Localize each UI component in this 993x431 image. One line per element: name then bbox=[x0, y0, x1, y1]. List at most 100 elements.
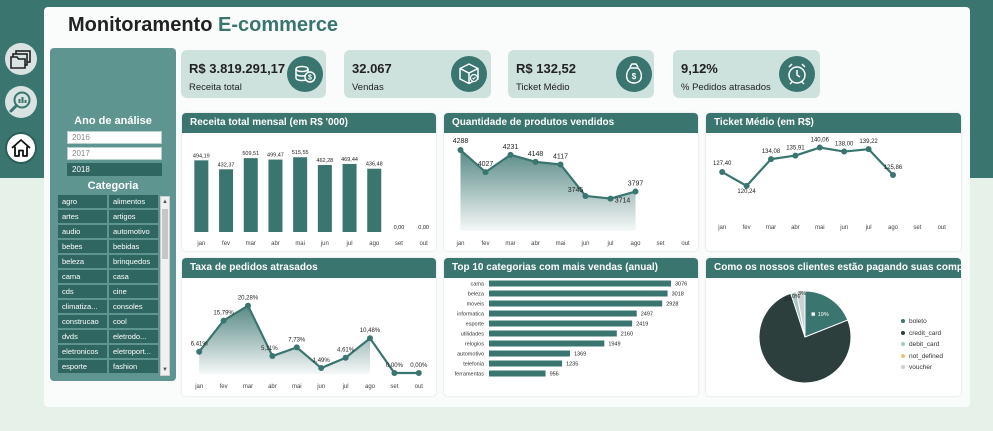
category-option[interactable]: agro bbox=[58, 195, 107, 208]
legend-item: credit_card bbox=[901, 330, 941, 337]
coins-icon: $ bbox=[287, 56, 323, 92]
data-label: 4027 bbox=[478, 161, 494, 168]
category-option[interactable]: fashion bbox=[109, 360, 158, 373]
legend-label: boleto bbox=[909, 318, 927, 325]
top10-bar bbox=[489, 320, 633, 327]
revenue-bar bbox=[367, 168, 382, 232]
top10-bar bbox=[489, 280, 671, 287]
revenue-chart-card: Receita total mensal (em R$ '000) 494,19… bbox=[182, 113, 436, 251]
kpi-label: Ticket Médio bbox=[516, 82, 570, 93]
category-option[interactable]: bebidas bbox=[109, 240, 158, 253]
data-point bbox=[367, 335, 373, 342]
data-label: 3714 bbox=[615, 198, 631, 205]
analysis-nav-button[interactable] bbox=[5, 86, 37, 118]
folders-nav-button[interactable] bbox=[5, 43, 37, 75]
top10-value-label: 956 bbox=[550, 372, 559, 378]
category-option[interactable]: dvds bbox=[58, 330, 107, 343]
revenue-bar bbox=[317, 164, 332, 232]
x-tick: fev bbox=[743, 225, 751, 231]
category-option[interactable]: artes bbox=[58, 210, 107, 223]
year-option-2018[interactable]: 2018 bbox=[67, 163, 162, 176]
category-option[interactable]: climatiza... bbox=[58, 300, 107, 313]
top10-category-label: esporte bbox=[466, 322, 484, 328]
data-label: 7,73% bbox=[288, 337, 306, 343]
category-option[interactable]: casa bbox=[109, 270, 158, 283]
data-label: 10,48% bbox=[360, 328, 381, 334]
category-option[interactable]: cds bbox=[58, 285, 107, 298]
top10-category-label: informatica bbox=[457, 312, 485, 318]
category-option[interactable]: alimentos bbox=[109, 195, 158, 208]
category-option[interactable]: consoles bbox=[109, 300, 158, 313]
category-scrollbar[interactable]: ▲ ▼ bbox=[160, 196, 170, 376]
x-tick: fev bbox=[481, 241, 489, 247]
top10-category-label: ferramentas bbox=[455, 372, 485, 378]
data-point bbox=[816, 144, 823, 151]
money-bag-icon: $ bbox=[616, 56, 652, 92]
category-option[interactable]: cama bbox=[58, 270, 107, 283]
data-label: 0,00% bbox=[410, 363, 428, 369]
category-option[interactable]: eletronicos bbox=[58, 345, 107, 358]
x-tick: abr bbox=[268, 384, 277, 390]
x-tick: jan bbox=[194, 384, 203, 390]
svg-text:$: $ bbox=[308, 75, 312, 82]
kpi-value: 9,12% bbox=[681, 61, 718, 76]
top10-chart-title: Top 10 categorias com mais vendas (anual… bbox=[444, 258, 698, 278]
x-tick: mar bbox=[505, 241, 515, 247]
folders-icon bbox=[10, 50, 31, 69]
category-option[interactable]: construcao bbox=[58, 315, 107, 328]
home-nav-button[interactable] bbox=[5, 132, 37, 164]
top10-chart-card: Top 10 categorias com mais vendas (anual… bbox=[444, 258, 698, 396]
top10-value-label: 2928 bbox=[666, 302, 678, 308]
top10-bar-chart: cama 3076 beleza 3018 moveis 2928 informatica 2… bbox=[455, 280, 687, 378]
revenue-bar bbox=[194, 160, 209, 232]
data-point bbox=[532, 158, 539, 165]
x-tick: set bbox=[390, 384, 398, 390]
data-point bbox=[391, 370, 398, 376]
category-option[interactable]: esporte bbox=[58, 360, 107, 373]
scroll-down-icon[interactable]: ▼ bbox=[161, 366, 169, 374]
year-option-2017[interactable]: 2017 bbox=[67, 147, 162, 160]
revenue-x-tick: mar bbox=[246, 241, 256, 247]
kpi-label: Receita total bbox=[189, 82, 242, 93]
year-filter-title: Ano de análise bbox=[74, 115, 152, 127]
top10-value-label: 3018 bbox=[672, 292, 684, 298]
revenue-data-label: 494,19 bbox=[193, 153, 210, 159]
category-option[interactable]: eletroport... bbox=[109, 345, 158, 358]
category-option[interactable]: cool bbox=[109, 315, 158, 328]
category-option[interactable]: bebes bbox=[58, 240, 107, 253]
data-point bbox=[865, 146, 872, 153]
category-option[interactable]: automotivo bbox=[109, 225, 158, 238]
category-option[interactable]: cine bbox=[109, 285, 158, 298]
pie-data-label: 19% bbox=[818, 312, 829, 318]
quantity-area-chart: 4288 4027 4231 4148 4117 3745 3714 3797 jan fev ma… bbox=[453, 138, 690, 247]
data-point bbox=[196, 348, 203, 355]
top10-category-label: automotivo bbox=[457, 352, 484, 358]
revenue-bar bbox=[243, 158, 258, 232]
category-option[interactable]: brinquedos bbox=[109, 255, 158, 268]
category-filter-title: Categoria bbox=[87, 180, 139, 192]
top10-value-label: 1235 bbox=[566, 362, 578, 368]
revenue-bar-chart: 494,19 jan 432,37 fev 509,51 mar 499,47 abr 515,… bbox=[193, 150, 429, 247]
late-area-chart: 6,41% 15,79% 20,28% 5,11% 7,73% 1,49% 4,61% 10,… bbox=[191, 296, 428, 390]
kpi-value: R$ 132,52 bbox=[516, 61, 576, 76]
scroll-thumb[interactable] bbox=[162, 209, 168, 259]
data-point bbox=[342, 354, 349, 361]
category-option[interactable]: artigos bbox=[109, 210, 158, 223]
payment-chart-card: Como os nossos clientes estão pagando su… bbox=[706, 258, 961, 396]
category-option[interactable]: audio bbox=[58, 225, 107, 238]
data-label: 139,22 bbox=[859, 139, 878, 145]
data-point bbox=[220, 317, 227, 324]
category-option[interactable]: eletrodo... bbox=[109, 330, 158, 343]
scroll-up-icon[interactable]: ▲ bbox=[161, 198, 169, 206]
data-label: 120,24 bbox=[737, 189, 756, 195]
clock-icon bbox=[779, 56, 815, 92]
year-option-2016[interactable]: 2016 bbox=[67, 131, 162, 144]
top10-value-label: 3076 bbox=[675, 282, 687, 288]
data-label: 3745 bbox=[568, 187, 584, 194]
data-point bbox=[507, 151, 514, 158]
category-option[interactable]: beleza bbox=[58, 255, 107, 268]
kpi-ticket: R$ 132,52 Ticket Médio $ bbox=[508, 50, 654, 98]
x-tick: ago bbox=[630, 241, 641, 247]
data-label: 4148 bbox=[528, 151, 544, 158]
data-point bbox=[719, 169, 726, 176]
